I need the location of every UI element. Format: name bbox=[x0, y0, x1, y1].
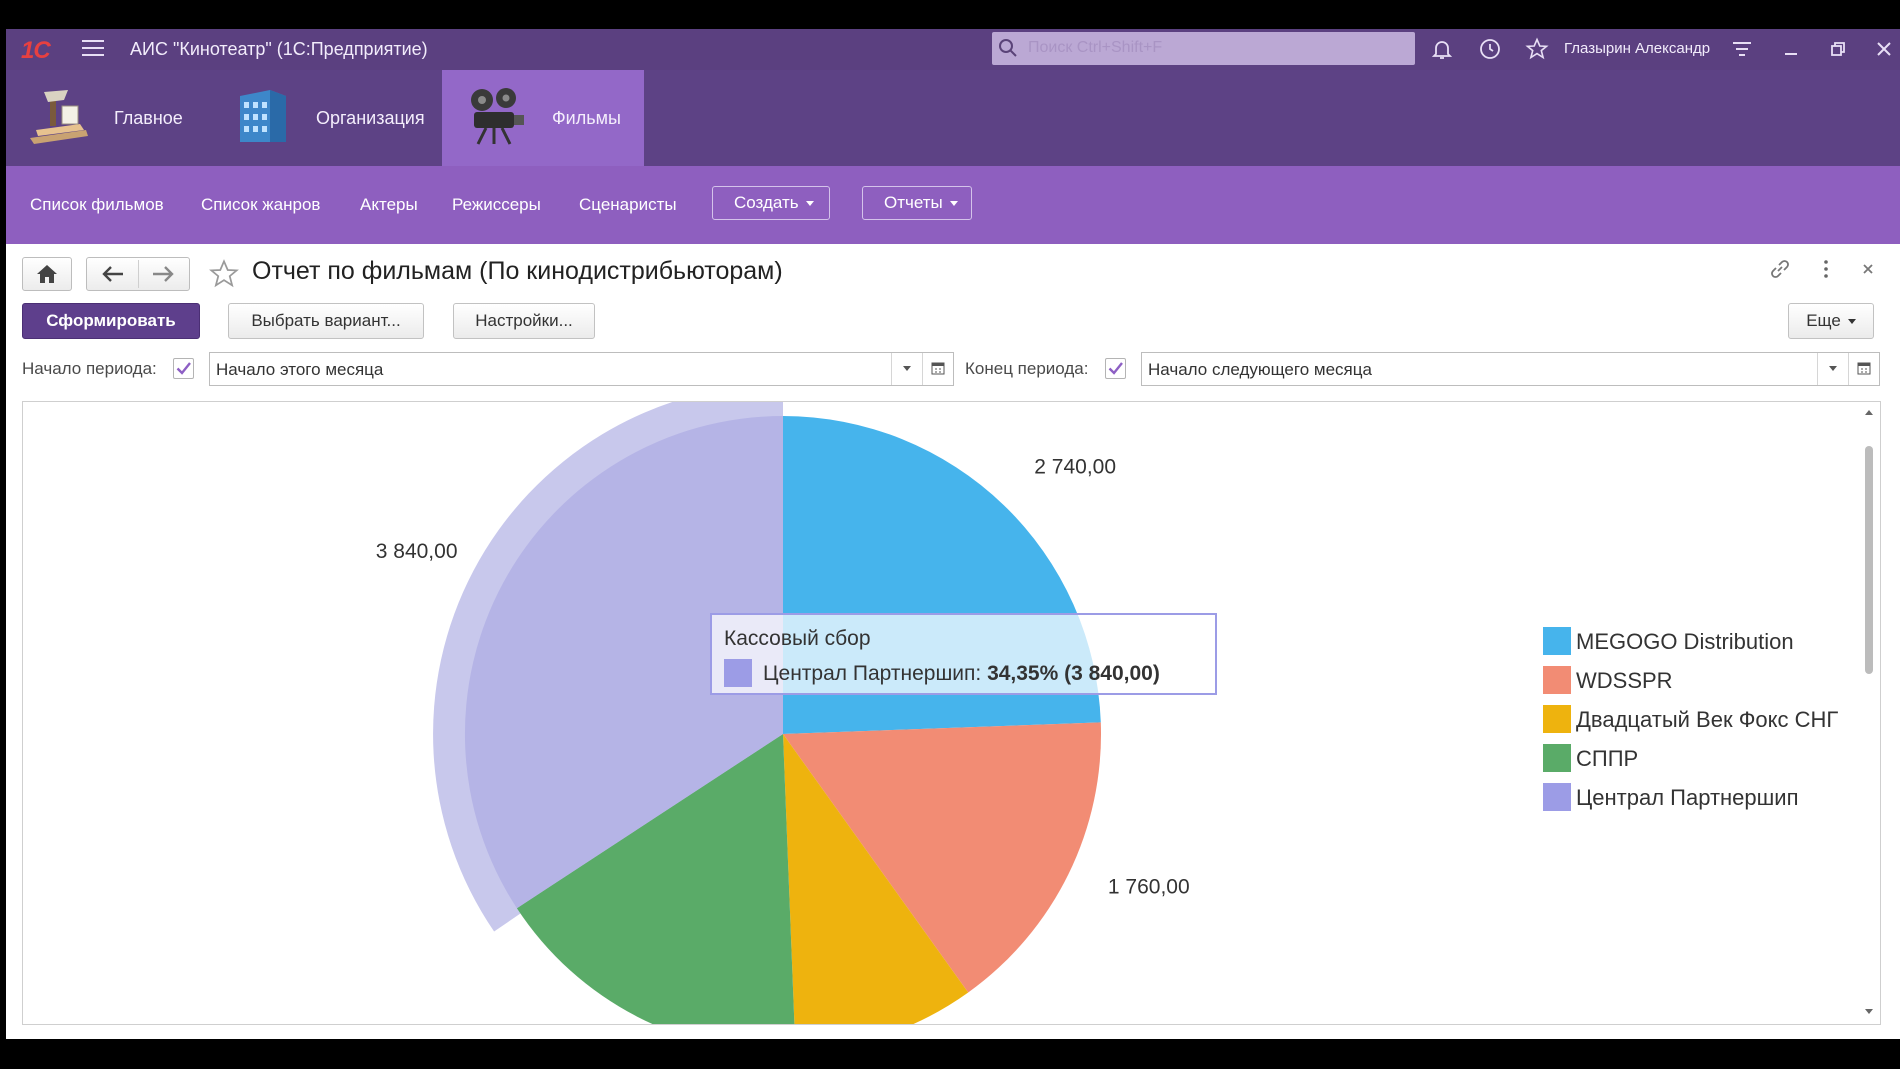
form-title: Отчет по фильмам (По кинодистрибьюторам) bbox=[252, 257, 783, 285]
period-end-dropdown[interactable] bbox=[1817, 353, 1847, 385]
legend-swatch bbox=[1543, 783, 1571, 811]
desk-lamp-icon bbox=[30, 90, 88, 144]
scroll-thumb[interactable] bbox=[1865, 446, 1873, 674]
search-icon bbox=[999, 39, 1017, 57]
chevron-down-icon bbox=[1829, 366, 1837, 371]
global-search-input[interactable]: Поиск Ctrl+Shift+F bbox=[992, 32, 1415, 65]
history-nav-group bbox=[86, 257, 190, 291]
minimize-icon[interactable] bbox=[1779, 37, 1803, 61]
nav-link-genres-list[interactable]: Список жанров bbox=[201, 195, 320, 215]
period-start-value: Начало этого месяца bbox=[216, 360, 384, 379]
tooltip-series: Централ Партнершип: 34,35% (3 840,00) bbox=[763, 662, 1160, 685]
more-button[interactable]: Еще bbox=[1788, 303, 1874, 339]
tooltip-value: 34,35% (3 840,00) bbox=[987, 662, 1160, 685]
tooltip-swatch bbox=[724, 659, 752, 687]
arrow-forward-icon[interactable] bbox=[151, 265, 175, 283]
main-menu-icon[interactable] bbox=[82, 40, 104, 58]
generate-button[interactable]: Сформировать bbox=[22, 303, 200, 339]
nav-link-actors[interactable]: Актеры bbox=[360, 195, 418, 215]
pie-chart[interactable]: 2 740,00 1 760,00 3 840,00 MEGOGO Distribut… bbox=[23, 402, 1859, 1024]
period-start-label: Начало периода: bbox=[22, 359, 157, 378]
period-start-dropdown[interactable] bbox=[891, 353, 921, 385]
chevron-down-icon bbox=[805, 201, 814, 207]
legend-swatch bbox=[1543, 705, 1571, 733]
legend-label[interactable]: Двадцатый Век Фокс СНГ bbox=[1576, 707, 1838, 732]
create-dropdown-button[interactable]: Создать bbox=[712, 186, 830, 220]
reports-dropdown-button[interactable]: Отчеты bbox=[862, 186, 972, 220]
arrow-back-icon[interactable] bbox=[101, 265, 125, 283]
section-label: Организация bbox=[316, 108, 425, 128]
film-projector-icon bbox=[471, 88, 524, 145]
app-title: АИС "Кинотеатр" (1С:Предприятие) bbox=[130, 39, 428, 59]
legend-swatch bbox=[1543, 666, 1571, 694]
search-placeholder: Поиск Ctrl+Shift+F bbox=[1028, 39, 1163, 56]
section-main[interactable]: Главное bbox=[6, 70, 202, 166]
form-header: Отчет по фильмам (По кинодистрибьюторам) bbox=[6, 244, 1900, 304]
nav-link-screenwriters[interactable]: Сценаристы bbox=[579, 195, 677, 215]
vertical-scrollbar[interactable] bbox=[1858, 402, 1880, 1024]
period-end-checkbox[interactable] bbox=[1105, 358, 1126, 379]
1c-logo: 1С bbox=[21, 37, 51, 64]
home-button[interactable] bbox=[22, 257, 72, 291]
settings-menu-icon[interactable] bbox=[1730, 37, 1754, 61]
history-icon[interactable] bbox=[1478, 37, 1502, 61]
scroll-up-icon[interactable] bbox=[1864, 408, 1874, 416]
calendar-icon bbox=[931, 362, 945, 375]
more-options-icon[interactable] bbox=[1814, 257, 1838, 281]
reports-label: Отчеты bbox=[884, 193, 943, 212]
link-icon[interactable] bbox=[1768, 257, 1792, 281]
legend-label[interactable]: WDSSPR bbox=[1576, 668, 1673, 693]
pie-value-label: 3 840,00 bbox=[376, 540, 458, 563]
pie-value-label: 2 740,00 bbox=[1034, 455, 1116, 478]
section-label: Главное bbox=[114, 108, 183, 128]
title-bar: 1С АИС "Кинотеатр" (1С:Предприятие) Поис… bbox=[6, 29, 1900, 70]
legend-swatch bbox=[1543, 627, 1571, 655]
section-label: Фильмы bbox=[552, 108, 621, 128]
tooltip-title: Кассовый сбор bbox=[724, 627, 871, 650]
screen-bottom-strip bbox=[0, 1039, 1900, 1069]
navigation-panel: Список фильмов Список жанров Актеры Режи… bbox=[6, 166, 1900, 244]
check-icon bbox=[176, 362, 191, 375]
period-start-field[interactable]: Начало этого месяца bbox=[209, 352, 954, 386]
choose-variant-button[interactable]: Выбрать вариант... bbox=[228, 303, 424, 339]
period-start-checkbox[interactable] bbox=[173, 358, 194, 379]
pie-value-label: 1 760,00 bbox=[1108, 876, 1190, 899]
period-end-field[interactable]: Начало следующего месяца bbox=[1141, 352, 1880, 386]
legend-label[interactable]: СППР bbox=[1576, 746, 1638, 771]
period-end-label: Конец периода: bbox=[965, 359, 1089, 378]
close-form-icon[interactable] bbox=[1856, 257, 1880, 281]
restore-icon[interactable] bbox=[1826, 37, 1850, 61]
app-window: 1С АИС "Кинотеатр" (1С:Предприятие) Поис… bbox=[6, 29, 1900, 1039]
nav-link-directors[interactable]: Режиссеры bbox=[452, 195, 541, 215]
legend-swatch bbox=[1543, 744, 1571, 772]
chevron-down-icon bbox=[949, 201, 958, 207]
bell-icon[interactable] bbox=[1430, 37, 1454, 61]
report-area: 2 740,00 1 760,00 3 840,00 MEGOGO Distribut… bbox=[22, 401, 1881, 1025]
create-label: Создать bbox=[734, 193, 799, 212]
favorite-star-icon[interactable] bbox=[208, 258, 240, 290]
chevron-down-icon bbox=[903, 366, 911, 371]
section-organization[interactable]: Организация bbox=[218, 70, 442, 166]
close-window-icon[interactable] bbox=[1872, 37, 1896, 61]
legend-label[interactable]: MEGOGO Distribution bbox=[1576, 629, 1794, 654]
settings-button[interactable]: Настройки... bbox=[453, 303, 595, 339]
period-end-calendar[interactable] bbox=[1848, 353, 1878, 385]
home-icon bbox=[37, 265, 57, 283]
period-start-calendar[interactable] bbox=[922, 353, 952, 385]
more-label: Еще bbox=[1806, 311, 1841, 330]
user-name[interactable]: Глазырин Александр bbox=[1564, 40, 1710, 57]
office-building-icon bbox=[240, 90, 286, 142]
calendar-icon bbox=[1857, 362, 1871, 375]
check-icon bbox=[1108, 362, 1123, 375]
legend-label[interactable]: Централ Партнершип bbox=[1576, 785, 1799, 810]
scroll-down-icon[interactable] bbox=[1864, 1008, 1874, 1016]
chevron-down-icon bbox=[1847, 319, 1856, 325]
favorites-star-icon[interactable] bbox=[1525, 37, 1549, 61]
section-films[interactable]: Фильмы bbox=[442, 70, 644, 166]
period-end-value: Начало следующего месяца bbox=[1148, 360, 1372, 379]
sections-panel: Главное Организация Фильмы bbox=[6, 70, 1900, 166]
nav-link-films-list[interactable]: Список фильмов bbox=[30, 195, 164, 215]
